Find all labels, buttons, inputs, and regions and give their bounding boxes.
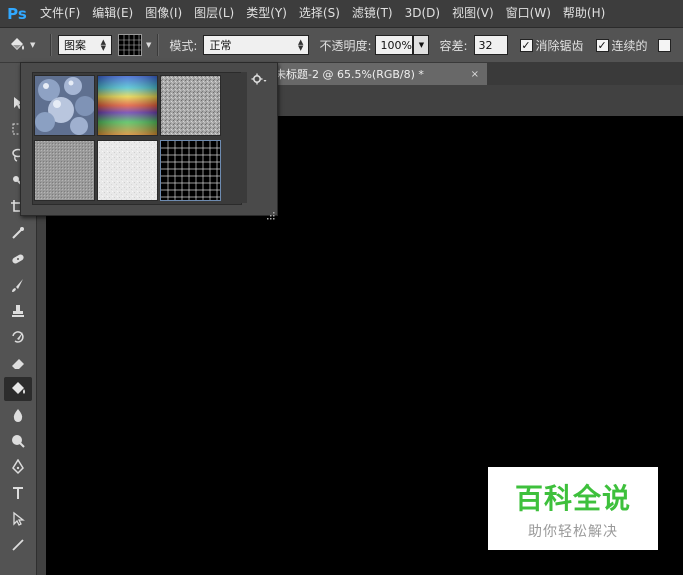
watermark-logo: 百科全说 助你轻松解决 (488, 467, 658, 550)
photoshop-window: Ps 文件(F) 编辑(E) 图像(I) 图层(L) 类型(Y) 选择(S) 滤… (0, 0, 683, 575)
menu-select[interactable]: 选择(S) (293, 0, 346, 27)
opacity-value: 100% (380, 38, 412, 52)
pattern-picker-button[interactable] (118, 34, 142, 56)
tolerance-label: 容差: (439, 38, 468, 53)
opacity-slider-button[interactable]: ▼ (413, 35, 430, 55)
pattern-thumb-bubbles[interactable] (34, 75, 95, 136)
menu-window[interactable]: 窗口(W) (500, 0, 557, 27)
document-tab[interactable]: 未标题-2 @ 65.5%(RGB/8) * × (267, 63, 487, 85)
tool-preset-picker[interactable]: ▼ (8, 32, 44, 58)
menu-3d[interactable]: 3D(D) (399, 0, 446, 27)
tool-options-bar: ▼ 图案 ▲ ▼ ▼ 模式: 正常 ▲ ▼ 不透明度: 100% ▼ 容差: 3… (0, 28, 683, 63)
divider (50, 34, 52, 56)
menu-image[interactable]: 图像(I) (139, 0, 188, 27)
stepper-icon: ▲ ▼ (100, 38, 106, 52)
menu-layer[interactable]: 图层(L) (188, 0, 240, 27)
clone-stamp-tool[interactable] (4, 299, 32, 323)
history-brush-tool[interactable] (4, 325, 32, 349)
type-icon (13, 487, 23, 499)
stepper-icon: ▲ ▼ (298, 38, 304, 52)
gear-icon (251, 73, 267, 85)
checkmark-icon: ✓ (521, 38, 531, 52)
menu-help[interactable]: 帮助(H) (557, 0, 611, 27)
eyedropper-icon (12, 227, 24, 239)
line-icon (12, 539, 24, 551)
menu-edit[interactable]: 编辑(E) (86, 0, 139, 27)
watermark-title: 百科全说 (514, 481, 631, 515)
pen-tool[interactable] (4, 455, 32, 479)
paint-bucket-icon (12, 382, 25, 394)
paint-bucket-tool[interactable] (4, 377, 32, 401)
bandage-icon (12, 254, 24, 264)
contiguous-checkbox[interactable]: ✓ (595, 38, 609, 52)
divider (157, 34, 160, 56)
chevron-down-icon: ▼ (30, 41, 36, 49)
watermark-subtitle: 助你轻松解决 (528, 523, 618, 540)
checkmark-icon: ✓ (597, 38, 607, 52)
drop-icon (13, 409, 23, 422)
blend-mode-value: 正常 (209, 39, 232, 52)
type-tool[interactable] (4, 481, 32, 505)
menu-view[interactable]: 视图(V) (446, 0, 500, 27)
fill-source-select[interactable]: 图案 ▲ ▼ (58, 35, 112, 55)
menu-file[interactable]: 文件(F) (34, 0, 86, 27)
menu-bar: Ps 文件(F) 编辑(E) 图像(I) 图层(L) 类型(Y) 选择(S) 滤… (0, 0, 683, 28)
pattern-thumb-woven[interactable] (34, 140, 95, 201)
stamp-icon (12, 305, 24, 317)
woven-pattern-icon (35, 141, 94, 200)
contiguous-label: 连续的 (611, 38, 648, 53)
opacity-field[interactable]: 100% (375, 35, 414, 55)
antialias-label: 消除锯齿 (535, 38, 584, 53)
app-logo: Ps (7, 4, 27, 23)
brush-tool[interactable] (4, 273, 32, 297)
tie-dye-pattern-icon (98, 76, 157, 135)
pattern-thumb-fibers[interactable] (97, 140, 158, 201)
resize-grip-icon[interactable] (267, 205, 275, 220)
pattern-dropdown-caret-icon[interactable]: ▼ (146, 41, 151, 49)
pattern-thumb-gray-granite[interactable] (160, 75, 221, 136)
grid-pattern-icon (161, 141, 220, 200)
fibers-pattern-icon (98, 141, 157, 200)
pattern-scrollbar[interactable] (241, 72, 247, 203)
granite-pattern-icon (161, 76, 220, 135)
antialias-checkbox[interactable]: ✓ (519, 38, 533, 52)
settings-menu-button[interactable] (249, 71, 269, 87)
history-brush-icon (12, 331, 24, 343)
pen-icon (12, 459, 24, 475)
path-selection-tool[interactable] (4, 507, 32, 531)
mode-label: 模式: (169, 38, 198, 53)
all-layers-checkbox[interactable] (657, 38, 671, 52)
tolerance-value: 32 (478, 38, 493, 52)
pattern-picker-popup (20, 62, 278, 220)
pattern-grid (32, 72, 242, 205)
eyedropper-tool[interactable] (4, 221, 32, 245)
line-tool[interactable] (4, 533, 32, 557)
dodge-tool[interactable] (4, 429, 32, 453)
dodge-icon (12, 435, 25, 448)
bubbles-pattern-icon (35, 76, 95, 135)
pattern-thumb-tie-dye[interactable] (97, 75, 158, 136)
close-icon[interactable]: × (471, 69, 479, 80)
opacity-label: 不透明度: (319, 38, 372, 53)
eraser-icon (12, 359, 24, 369)
grid-pattern-icon (119, 35, 141, 55)
tolerance-field[interactable]: 32 (473, 35, 508, 55)
pattern-thumb-grid[interactable] (160, 140, 221, 201)
eraser-tool[interactable] (4, 351, 32, 375)
fill-source-value: 图案 (64, 39, 86, 52)
healing-brush-tool[interactable] (4, 247, 32, 271)
blend-mode-select[interactable]: 正常 ▲ ▼ (203, 35, 310, 55)
document-tab-title: 未标题-2 @ 65.5%(RGB/8) * (275, 68, 424, 81)
menu-type[interactable]: 类型(Y) (240, 0, 293, 27)
blur-tool[interactable] (4, 403, 32, 427)
chevron-down-icon: ▼ (418, 41, 425, 49)
menu-filter[interactable]: 滤镜(T) (346, 0, 399, 27)
brush-icon (12, 279, 23, 292)
paint-bucket-icon (11, 38, 24, 50)
path-arrow-icon (13, 511, 25, 526)
